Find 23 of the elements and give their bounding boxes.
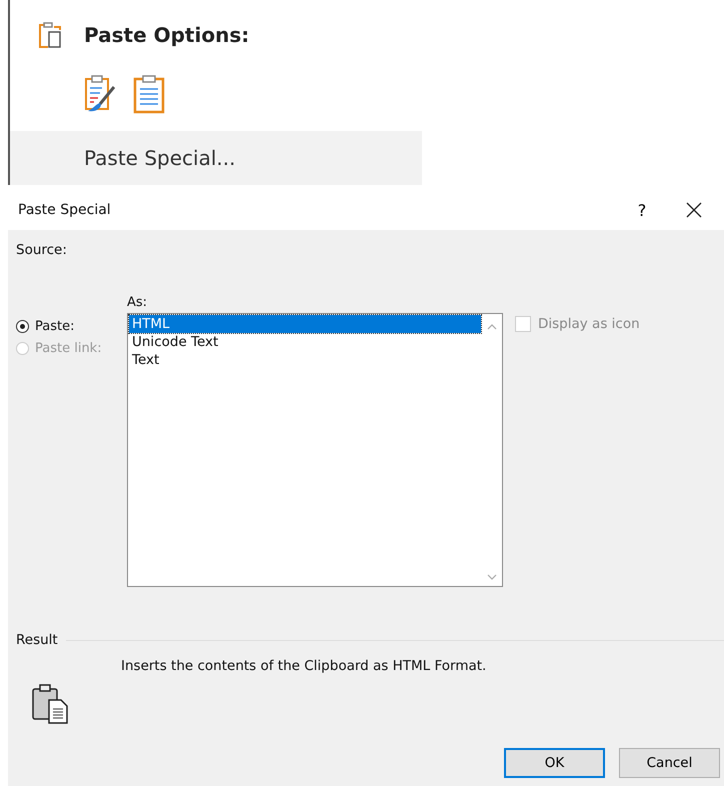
cancel-button[interactable]: Cancel: [619, 748, 720, 778]
radio-label[interactable]: Paste:: [35, 319, 74, 334]
paste-special-menu-item[interactable]: Paste Special...: [10, 130, 422, 185]
menu-header: Paste Options:: [84, 22, 250, 47]
format-list-item[interactable]: HTML: [129, 315, 481, 333]
result-description: Inserts the contents of the Clipboard as HTML Format.: [121, 658, 486, 676]
ok-button[interactable]: OK: [504, 748, 605, 778]
close-icon: [686, 202, 702, 218]
scroll-up-icon[interactable]: [487, 324, 497, 330]
clipboard-document-icon: [31, 684, 69, 724]
as-label: As:: [127, 295, 148, 312]
clipboard-brush-icon[interactable]: [84, 74, 118, 114]
scroll-down-icon[interactable]: [487, 574, 497, 580]
format-list[interactable]: HTML Unicode Text Text: [127, 313, 503, 587]
format-list-item[interactable]: Unicode Text: [129, 333, 481, 351]
format-list-item[interactable]: Text: [129, 351, 481, 369]
radio-button[interactable]: [16, 320, 29, 333]
window-title: Paste Special: [18, 202, 112, 218]
help-button[interactable]: ?: [622, 195, 662, 225]
result-label: Result: [16, 632, 58, 648]
clipboard-icon: [38, 20, 62, 49]
source-label: Source:: [16, 242, 68, 260]
clipboard-text-icon[interactable]: [132, 74, 166, 114]
